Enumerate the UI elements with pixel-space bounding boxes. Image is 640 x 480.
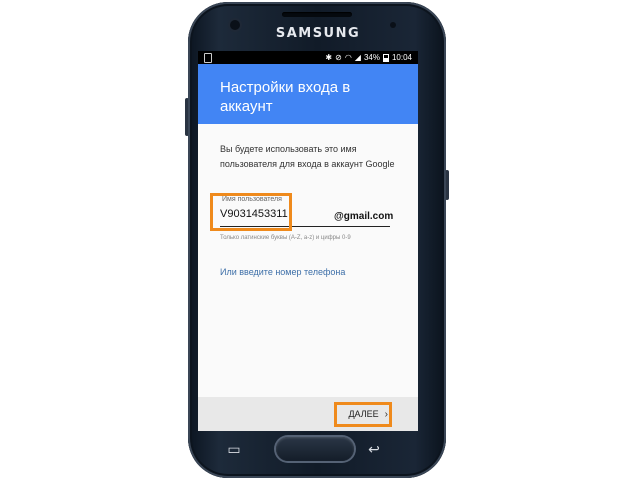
- earpiece-speaker: [282, 12, 352, 17]
- battery-icon: [382, 53, 389, 62]
- battery-percent: 34%: [363, 53, 380, 62]
- mute-icon: ⊘: [335, 53, 342, 62]
- next-highlight-box: [334, 402, 392, 427]
- page-title: Настройки входа в аккаунт: [220, 79, 351, 115]
- brand-logo: SAMSUNG: [275, 26, 361, 41]
- phone-screen: ✱ ⊘ ◠ ◢ 34% 10:04 Настройки входа в акка…: [198, 51, 418, 431]
- home-button[interactable]: [276, 437, 354, 461]
- recents-icon[interactable]: ▭: [226, 441, 242, 457]
- notification-icon: [204, 53, 212, 63]
- proximity-sensor: [390, 22, 396, 28]
- email-domain-suffix: @gmail.com: [334, 211, 394, 222]
- username-hint: Только латинские буквы (A-Z, a-z) и цифр…: [220, 235, 351, 241]
- front-camera: [230, 20, 240, 30]
- stage: SAMSUNG ✱ ⊘ ◠ ◢ 34% 10:04 Настройки вход…: [0, 0, 640, 480]
- username-highlight-box: [210, 193, 292, 231]
- use-phone-number-link[interactable]: Или введите номер телефона: [220, 267, 345, 277]
- bluetooth-icon: ✱: [325, 53, 333, 62]
- wifi-icon: ◠: [344, 53, 352, 62]
- status-icons: ✱ ⊘ ◠ ◢ 34% 10:04: [325, 52, 412, 63]
- status-time: 10:04: [391, 53, 412, 62]
- description-text: Вы будете использовать это имя пользоват…: [220, 144, 395, 169]
- back-icon[interactable]: ↩: [366, 441, 382, 457]
- signal-icon: ◢: [354, 53, 361, 62]
- status-bar: ✱ ⊘ ◠ ◢ 34% 10:04: [198, 51, 418, 64]
- app-header: Настройки входа в аккаунт: [198, 64, 418, 124]
